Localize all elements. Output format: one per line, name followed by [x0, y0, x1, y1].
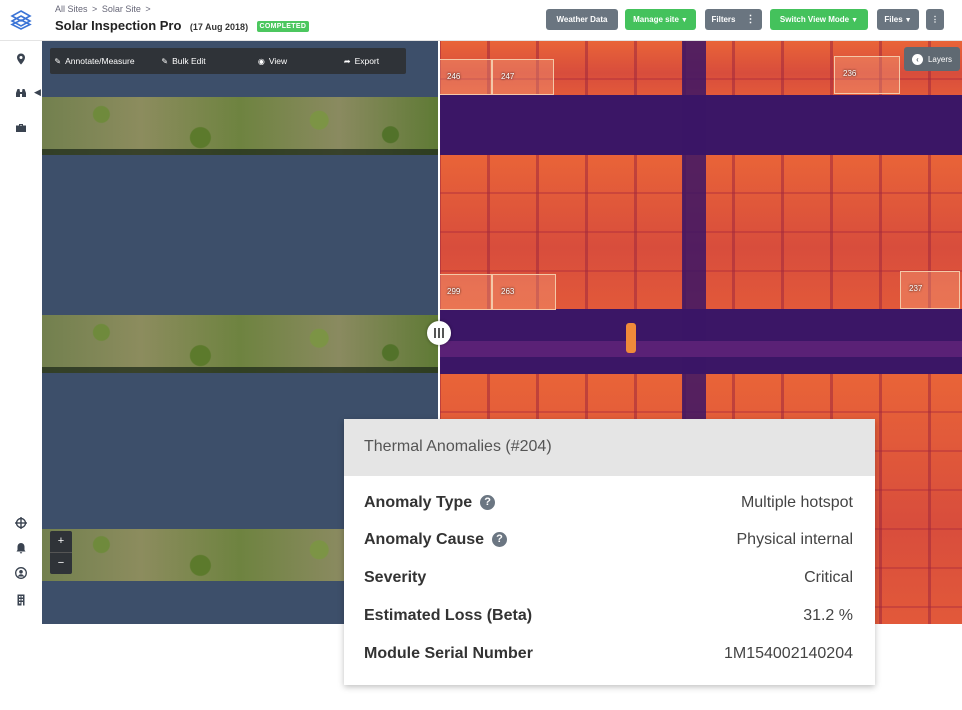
- breadcrumb-separator: >: [145, 4, 151, 14]
- manage-site-button[interactable]: Manage site ▼: [625, 9, 696, 30]
- anomaly-cause-label: Anomaly Cause: [364, 531, 485, 548]
- app-logo-icon[interactable]: [10, 9, 32, 31]
- estimated-loss-row: Estimated Loss (Beta) 31.2 %: [364, 607, 853, 631]
- help-icon[interactable]: ?: [492, 532, 508, 547]
- breadcrumb-all-sites[interactable]: All Sites: [55, 4, 88, 14]
- zoom-in-button[interactable]: +: [50, 531, 72, 552]
- shadow-strip: [42, 367, 438, 373]
- pencil-icon: ✎: [161, 56, 169, 66]
- chevron-left-icon: ‹: [911, 53, 923, 65]
- severity-value: Critical: [804, 569, 853, 586]
- more-options-button[interactable]: ⋮: [926, 9, 944, 30]
- hotspot: [626, 323, 636, 353]
- thermal-gap: [438, 341, 962, 357]
- breadcrumb-separator: >: [92, 4, 98, 14]
- view-label: View: [268, 56, 288, 66]
- export-button[interactable]: ➦ Export: [317, 56, 406, 66]
- anomaly-marker[interactable]: 299: [438, 274, 492, 310]
- estimated-loss-label: Estimated Loss (Beta): [364, 607, 533, 624]
- severity-label: Severity: [364, 569, 427, 586]
- briefcase-icon[interactable]: [13, 120, 29, 136]
- anomaly-type-label: Anomaly Type: [364, 494, 473, 511]
- switch-view-mode-button[interactable]: Switch View Mode ▼: [770, 9, 868, 30]
- view-button[interactable]: ◉ View: [228, 56, 317, 66]
- anomaly-type-row: Anomaly Type? Multiple hotspot: [364, 494, 853, 518]
- grip-icon: [434, 328, 436, 338]
- card-title: Thermal Anomalies (#204): [344, 419, 875, 476]
- help-icon[interactable]: ?: [480, 495, 496, 510]
- manage-site-label: Manage site: [633, 15, 679, 24]
- more-vertical-icon: ⋮: [745, 14, 756, 25]
- inspection-date: (17 Aug 2018): [189, 22, 249, 32]
- anomaly-marker[interactable]: 263: [492, 274, 556, 310]
- shadow-strip: [42, 149, 438, 155]
- filters-button[interactable]: Filters ⋮: [705, 9, 762, 30]
- grip-icon: [442, 328, 444, 338]
- binoculars-icon[interactable]: [13, 85, 29, 101]
- grass-strip: [42, 315, 438, 373]
- layers-button[interactable]: ‹ Layers: [904, 47, 960, 71]
- export-label: Export: [354, 56, 380, 66]
- zoom-control: + −: [50, 531, 72, 574]
- filters-label: Filters: [711, 15, 736, 24]
- estimated-loss-value: 31.2 %: [803, 607, 853, 624]
- caret-down-icon: ▼: [851, 17, 859, 24]
- breadcrumb-solar-site[interactable]: Solar Site: [102, 4, 141, 14]
- anomaly-id: 246: [447, 72, 461, 81]
- files-button[interactable]: Files ▼: [877, 9, 919, 30]
- breadcrumb: All Sites > Solar Site >: [55, 4, 153, 14]
- anomaly-type-value: Multiple hotspot: [740, 494, 853, 511]
- annotate-measure-label: Annotate/Measure: [65, 56, 135, 66]
- caret-down-icon: ▼: [904, 17, 912, 24]
- anomaly-id: 299: [447, 287, 461, 296]
- more-vertical-icon: ⋮: [931, 15, 939, 24]
- anomaly-cause-row: Anomaly Cause? Physical internal: [364, 531, 853, 555]
- annotate-measure-button[interactable]: ✎ Annotate/Measure: [50, 56, 139, 66]
- title-row: Solar Inspection Pro (17 Aug 2018) COMPL…: [55, 17, 310, 35]
- pencil-icon: ✎: [54, 56, 62, 66]
- map-toolbar: ✎ Annotate/Measure ✎ Bulk Edit ◉ View ➦ Expo…: [50, 48, 406, 74]
- anomaly-marker[interactable]: 246: [438, 59, 492, 95]
- module-serial-value: 1M154002140204: [723, 645, 853, 662]
- top-header: All Sites > Solar Site > Solar Inspectio…: [0, 0, 962, 41]
- weather-data-label: Weather Data: [556, 15, 608, 24]
- split-divider-handle[interactable]: [427, 321, 451, 345]
- anomaly-marker[interactable]: 247: [492, 59, 554, 95]
- thermal-anomaly-card: Thermal Anomalies (#204) Anomaly Type? M…: [344, 419, 875, 685]
- anomaly-cause-value: Physical internal: [736, 531, 854, 548]
- anomaly-id: 263: [501, 287, 515, 296]
- files-label: Files: [884, 15, 903, 24]
- anomaly-id: 247: [501, 72, 515, 81]
- anomaly-marker[interactable]: 236: [834, 56, 900, 94]
- zoom-out-button[interactable]: −: [50, 552, 72, 574]
- page-title: Solar Inspection Pro: [55, 18, 182, 33]
- severity-row: Severity Critical: [364, 569, 853, 593]
- sidebar-collapse-icon[interactable]: ◀: [34, 87, 42, 99]
- building-icon[interactable]: [13, 592, 29, 608]
- user-icon[interactable]: [13, 565, 29, 581]
- status-badge: COMPLETED: [256, 21, 310, 32]
- caret-down-icon: ▼: [680, 17, 688, 24]
- grass-strip: [42, 97, 438, 155]
- bulk-edit-label: Bulk Edit: [172, 56, 206, 66]
- grip-icon: [438, 328, 440, 338]
- bell-icon[interactable]: [13, 540, 29, 556]
- anomaly-id: 236: [843, 69, 857, 78]
- bulk-edit-button[interactable]: ✎ Bulk Edit: [139, 56, 228, 66]
- switch-view-mode-label: Switch View Mode: [779, 15, 850, 24]
- weather-data-button[interactable]: Weather Data: [546, 9, 618, 30]
- module-serial-label: Module Serial Number: [364, 645, 533, 662]
- share-arrow-icon: ➦: [343, 56, 351, 66]
- module-serial-row: Module Serial Number 1M154002140204: [364, 645, 853, 669]
- target-icon[interactable]: [13, 515, 29, 531]
- eye-icon: ◉: [257, 56, 265, 66]
- anomaly-marker[interactable]: 237: [900, 271, 960, 309]
- layers-label: Layers: [927, 54, 952, 64]
- map-pin-icon[interactable]: [13, 51, 29, 67]
- anomaly-id: 237: [909, 284, 923, 293]
- left-sidebar: ◀: [0, 41, 43, 624]
